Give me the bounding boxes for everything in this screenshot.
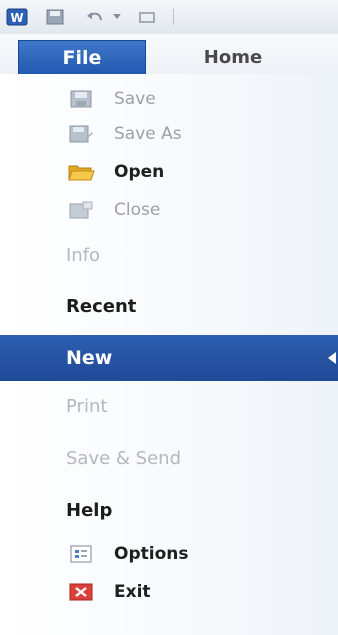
exit-label: Exit bbox=[114, 582, 151, 602]
toolbar-separator bbox=[168, 8, 178, 26]
options-command[interactable]: Options bbox=[66, 539, 326, 569]
section-recent[interactable]: Recent bbox=[66, 288, 326, 324]
tab-file[interactable]: File bbox=[18, 40, 146, 74]
close-command[interactable]: Close bbox=[66, 195, 326, 225]
section-new-selected[interactable]: New bbox=[0, 335, 338, 381]
options-icon bbox=[66, 542, 96, 566]
svg-text:W: W bbox=[10, 11, 23, 25]
close-document-icon bbox=[66, 198, 96, 222]
open-command[interactable]: Open bbox=[66, 157, 326, 187]
selected-pointer-icon bbox=[328, 352, 336, 364]
section-help[interactable]: Help bbox=[66, 492, 326, 528]
save-as-command[interactable]: Save As bbox=[66, 119, 326, 149]
tab-home[interactable]: Home bbox=[168, 40, 298, 74]
backstage-menu: Save Save As Open Close Info Recent New … bbox=[0, 74, 338, 635]
undo-dropdown-chevron-down-icon[interactable] bbox=[110, 8, 124, 26]
redo-icon[interactable] bbox=[136, 8, 158, 26]
backstage-window: W File Home Save Save As Open Close Info… bbox=[0, 0, 338, 635]
folder-open-icon bbox=[66, 160, 96, 184]
save-as-label: Save As bbox=[114, 124, 182, 144]
undo-icon[interactable] bbox=[84, 8, 106, 26]
quick-access-toolbar: W bbox=[0, 0, 338, 35]
word-app-icon[interactable]: W bbox=[6, 8, 28, 26]
exit-command[interactable]: Exit bbox=[66, 577, 326, 607]
section-save-send[interactable]: Save & Send bbox=[66, 440, 326, 476]
save-label: Save bbox=[114, 89, 156, 109]
section-info[interactable]: Info bbox=[66, 237, 326, 273]
save-as-icon bbox=[66, 122, 96, 146]
ribbon-tabs: File Home bbox=[0, 34, 338, 75]
options-label: Options bbox=[114, 544, 189, 564]
save-icon bbox=[66, 87, 96, 111]
save-command[interactable]: Save bbox=[66, 84, 326, 114]
close-label: Close bbox=[114, 200, 161, 220]
section-new-label: New bbox=[66, 347, 113, 369]
save-icon[interactable] bbox=[44, 8, 66, 26]
exit-icon bbox=[66, 580, 96, 604]
open-label: Open bbox=[114, 162, 165, 182]
section-print[interactable]: Print bbox=[66, 388, 326, 424]
